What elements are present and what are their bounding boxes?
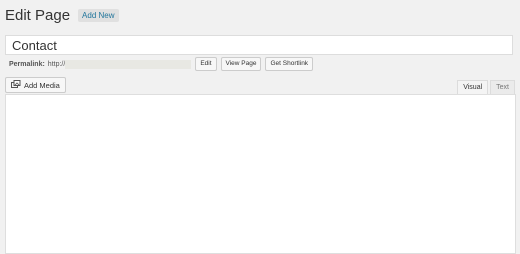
permalink-label: Permalink: xyxy=(9,60,45,68)
page-title: Edit Page xyxy=(5,7,71,24)
permalink-row: Permalink: http:// Edit View Page Get Sh… xyxy=(9,57,314,71)
page-header: Edit Page Add New xyxy=(5,7,119,24)
editor-content-area[interactable] xyxy=(5,94,516,254)
media-icon xyxy=(11,80,21,90)
permalink-base-url: http:// xyxy=(47,60,66,68)
get-shortlink-button[interactable]: Get Shortlink xyxy=(265,57,314,71)
permalink-slug[interactable] xyxy=(65,59,192,69)
view-page-button[interactable]: View Page xyxy=(220,57,262,71)
add-media-button[interactable]: Add Media xyxy=(5,77,66,93)
post-title-input[interactable] xyxy=(5,35,513,55)
tab-text[interactable]: Text xyxy=(490,80,515,94)
add-new-button[interactable]: Add New xyxy=(78,9,119,22)
add-media-label: Add Media xyxy=(24,80,60,90)
edit-permalink-button[interactable]: Edit xyxy=(195,57,217,71)
editor-tabs: Visual Text xyxy=(455,80,515,94)
tab-visual[interactable]: Visual xyxy=(457,80,489,94)
